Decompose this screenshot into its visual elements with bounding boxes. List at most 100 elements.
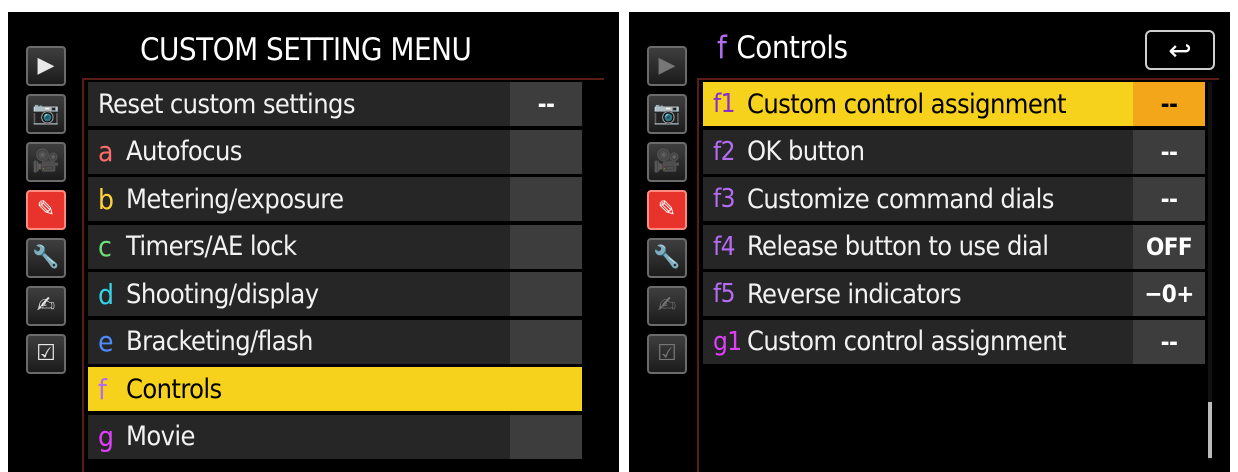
my-menu-glyph: ☑ <box>36 341 56 366</box>
menu-item-value <box>510 224 582 269</box>
menu-item-reset-custom-settings[interactable]: Reset custom settings -- <box>88 82 582 126</box>
menu-item-label: Release button to use dial <box>747 231 1049 262</box>
wrench-glyph: 🔧 <box>32 245 60 270</box>
menu-item-label: Controls <box>126 373 222 405</box>
menu-item-autofocus[interactable]: a Autofocus <box>88 129 582 174</box>
label-wrap: g1 Custom control assignment <box>703 326 1133 357</box>
menu-tabs: ▶ 📷 🎥 ✎ 🔧 ✍ ☑ <box>647 46 695 382</box>
controls-menu-screen: ▶ 📷 🎥 ✎ 🔧 ✍ ☑ f Controls ↩ f1 Custom contr… <box>629 12 1230 472</box>
movie-camera-icon[interactable]: 🎥 <box>26 142 66 182</box>
camera-glyph: 📷 <box>653 101 681 126</box>
retouch-glyph: ✍ <box>657 293 677 318</box>
menu-item-code: f1 <box>713 89 736 119</box>
playback-glyph: ▶ <box>37 53 55 78</box>
label-wrap: f2 OK button <box>703 136 1133 167</box>
camera-glyph: 📷 <box>32 101 60 126</box>
menu-item-letter: f <box>98 372 107 406</box>
camera-icon[interactable]: 📷 <box>26 94 66 134</box>
menu-item-label: Reverse indicators <box>747 278 962 310</box>
my-menu-icon[interactable]: ☑ <box>647 334 687 374</box>
pencil-glyph: ✎ <box>657 197 677 222</box>
movie-camera-glyph: 🎥 <box>32 149 60 174</box>
menu-item-bracketing-flash[interactable]: e Bracketing/flash <box>88 319 582 364</box>
menu-item-controls[interactable]: f Controls <box>88 367 582 411</box>
label-wrap: b Metering/exposure <box>88 183 510 216</box>
menu-item-label: Metering/exposure <box>126 183 344 215</box>
menu-item-label: Timers/AE lock <box>126 231 297 262</box>
menu-item-label: Shooting/display <box>126 278 319 310</box>
camera-icon[interactable]: 📷 <box>647 94 687 134</box>
movie-camera-glyph: 🎥 <box>653 149 681 174</box>
menu-item-label: Autofocus <box>126 136 242 167</box>
pencil-icon[interactable]: ✎ <box>647 190 687 230</box>
menu-item-value: -- <box>1133 177 1205 221</box>
page-title: CUSTOM SETTING MENU <box>140 32 472 68</box>
menu-item-f5[interactable]: f5 Reverse indicators −0+ <box>703 272 1205 316</box>
label-wrap: f3 Customize command dials <box>703 184 1133 215</box>
back-button[interactable]: ↩ <box>1145 30 1215 70</box>
menu-item-label: Reset custom settings <box>98 88 355 120</box>
label-wrap: c Timers/AE lock <box>88 230 510 263</box>
menu-item-letter: b <box>98 182 114 216</box>
menu-item-f3[interactable]: f3 Customize command dials -- <box>703 177 1205 221</box>
label-wrap: f Controls <box>88 373 582 406</box>
custom-setting-menu-screen: ▶ 📷 🎥 ✎ 🔧 ✍ ☑ CUSTOM SETTING MENU Reset … <box>8 12 619 472</box>
menu-item-label: Custom control assignment <box>747 88 1067 120</box>
scrollbar-thumb[interactable] <box>1208 402 1212 458</box>
title-letter: f <box>717 30 727 66</box>
menu-item-label: Bracketing/flash <box>126 326 313 357</box>
playback-icon[interactable]: ▶ <box>647 46 687 86</box>
title-text: Controls <box>736 30 848 66</box>
menu-item-code: f2 <box>713 136 736 167</box>
menu-item-value: −0+ <box>1133 272 1205 316</box>
wrench-icon[interactable]: 🔧 <box>26 238 66 278</box>
menu-item-code: g1 <box>713 326 742 357</box>
menu-item-code: f3 <box>713 184 736 214</box>
pencil-glyph: ✎ <box>36 197 56 222</box>
menu-item-metering-exposure[interactable]: b Metering/exposure <box>88 177 582 221</box>
playback-icon[interactable]: ▶ <box>26 46 66 86</box>
menu-item-label: Movie <box>126 421 195 452</box>
label-wrap: f5 Reverse indicators <box>703 279 1133 310</box>
menu-item-letter: a <box>98 135 113 168</box>
menu-item-letter: c <box>98 230 112 263</box>
playback-glyph: ▶ <box>658 53 676 78</box>
my-menu-icon[interactable]: ☑ <box>26 334 66 374</box>
menu-item-letter: d <box>98 277 114 311</box>
wrench-glyph: 🔧 <box>653 245 681 270</box>
menu-item-timers-ae-lock[interactable]: c Timers/AE lock <box>88 224 582 269</box>
menu-item-movie[interactable]: g Movie <box>88 414 582 459</box>
label-wrap: a Autofocus <box>88 135 510 168</box>
menu-item-f1[interactable]: f1 Custom control assignment -- <box>703 82 1205 126</box>
pencil-icon[interactable]: ✎ <box>26 190 66 230</box>
label-wrap: g Movie <box>88 420 510 453</box>
menu-item-value <box>510 177 582 221</box>
label-wrap: Reset custom settings <box>88 89 510 120</box>
controls-list: f1 Custom control assignment -- f2 OK butt… <box>703 82 1205 367</box>
menu-item-value: -- <box>1133 129 1205 174</box>
label-wrap: f1 Custom control assignment <box>703 89 1133 120</box>
menu-item-code: f5 <box>713 279 736 309</box>
label-wrap: d Shooting/display <box>88 278 510 311</box>
menu-item-value: -- <box>1133 82 1205 126</box>
movie-camera-icon[interactable]: 🎥 <box>647 142 687 182</box>
menu-item-f2[interactable]: f2 OK button -- <box>703 129 1205 174</box>
menu-item-g1[interactable]: g1 Custom control assignment -- <box>703 319 1205 364</box>
menu-item-value <box>510 319 582 364</box>
back-icon: ↩ <box>1168 33 1192 67</box>
menu-item-shooting-display[interactable]: d Shooting/display <box>88 272 582 316</box>
retouch-icon[interactable]: ✍ <box>647 286 687 326</box>
my-menu-glyph: ☑ <box>657 341 677 366</box>
retouch-icon[interactable]: ✍ <box>26 286 66 326</box>
custom-setting-list: Reset custom settings -- a Autofocus b Met… <box>88 82 582 462</box>
menu-item-label: Custom control assignment <box>747 326 1067 357</box>
menu-item-value: OFF <box>1133 224 1205 269</box>
menu-tabs: ▶ 📷 🎥 ✎ 🔧 ✍ ☑ <box>26 46 74 382</box>
retouch-glyph: ✍ <box>36 293 56 318</box>
wrench-icon[interactable]: 🔧 <box>647 238 687 278</box>
page-title: f Controls <box>717 30 848 66</box>
menu-item-letter: e <box>98 325 114 358</box>
label-wrap: f4 Release button to use dial <box>703 231 1133 262</box>
menu-item-f4[interactable]: f4 Release button to use dial OFF <box>703 224 1205 269</box>
menu-item-value <box>510 414 582 459</box>
